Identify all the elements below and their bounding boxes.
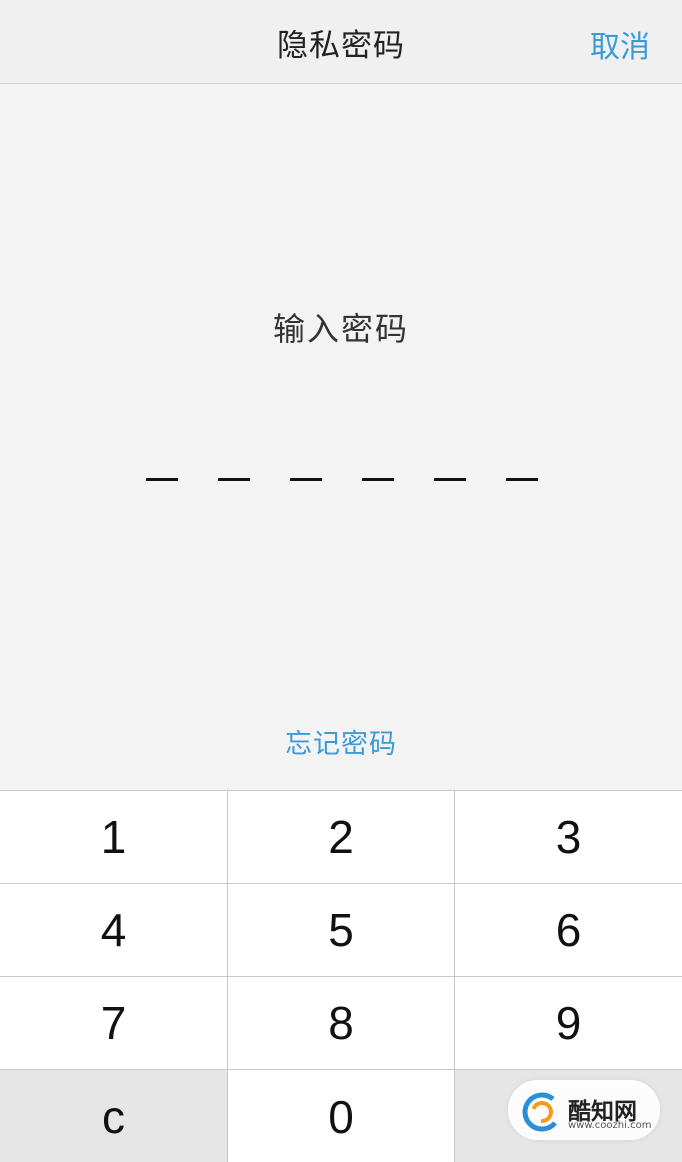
key-1[interactable]: 1 (0, 791, 228, 884)
key-0[interactable]: 0 (228, 1070, 455, 1162)
pin-slot-3 (290, 478, 322, 481)
key-5[interactable]: 5 (228, 884, 455, 977)
pin-slot-4 (362, 478, 394, 481)
page-title: 隐私密码 (277, 28, 405, 64)
key-9[interactable]: 9 (455, 977, 682, 1070)
coozhi-watermark: 酷知网 www.coozhi.com (508, 1080, 660, 1140)
watermark-url: www.coozhi.com (568, 1120, 652, 1131)
key-3[interactable]: 3 (455, 791, 682, 884)
nav-bar: 隐私密码 取消 (0, 0, 682, 84)
pin-slot-1 (146, 478, 178, 481)
forgot-password-link[interactable]: 忘记密码 (0, 722, 682, 761)
pin-slot-2 (218, 478, 250, 481)
password-prompt: 输入密码 (272, 310, 409, 348)
pin-slot-6 (506, 478, 538, 481)
key-7[interactable]: 7 (0, 977, 228, 1070)
coozhi-logo-icon (522, 1092, 562, 1132)
key-6[interactable]: 6 (455, 884, 682, 977)
pin-slots (146, 478, 538, 482)
key-clear[interactable]: c (0, 1070, 228, 1162)
key-4[interactable]: 4 (0, 884, 228, 977)
pin-slot-5 (434, 478, 466, 481)
key-8[interactable]: 8 (228, 977, 455, 1070)
key-2[interactable]: 2 (228, 791, 455, 884)
cancel-button[interactable]: 取消 (590, 22, 650, 66)
